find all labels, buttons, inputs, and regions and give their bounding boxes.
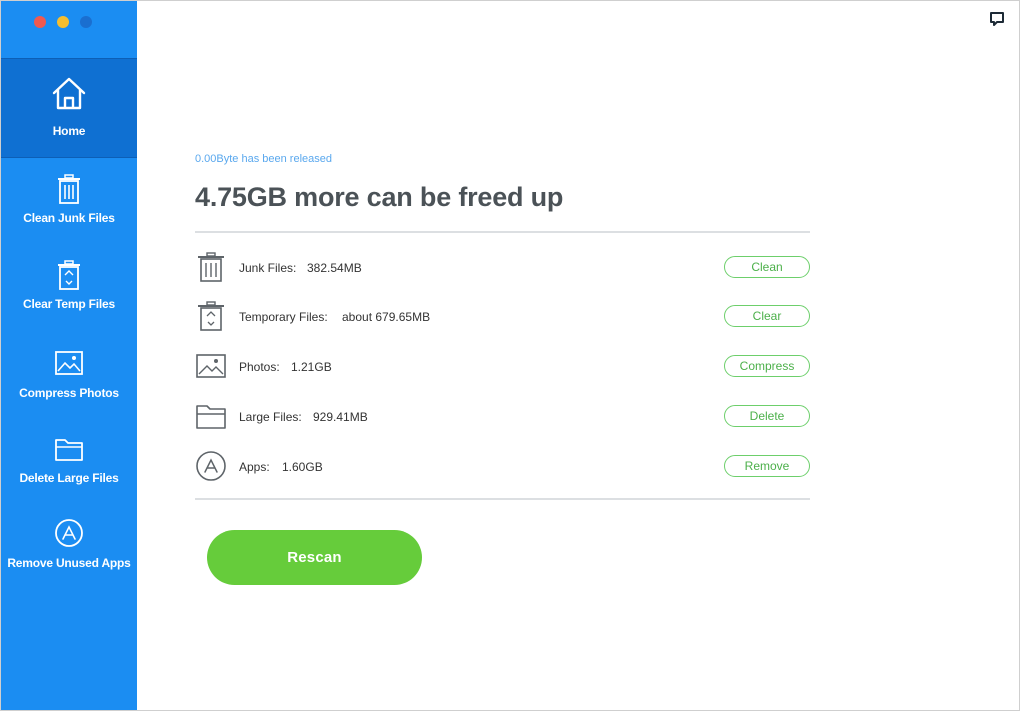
- app-store-icon: [55, 519, 83, 547]
- app-store-icon: [196, 451, 226, 481]
- clean-button[interactable]: Clean: [724, 256, 810, 278]
- folder-icon: [196, 405, 226, 429]
- minimize-window-button[interactable]: [57, 16, 69, 28]
- temp-files-icon: [198, 301, 224, 331]
- sidebar-item-compress-photos[interactable]: Compress Photos: [1, 348, 137, 408]
- list-item-temporary-files: Temporary Files: about 679.65MB Clear: [195, 300, 810, 334]
- sidebar-item-label: Home: [52, 124, 86, 138]
- chat-icon[interactable]: [989, 11, 1005, 27]
- list-item-apps: Apps: 1.60GB Remove: [195, 450, 810, 484]
- temporary-files-label: Temporary Files:: [239, 310, 328, 324]
- photo-icon: [196, 354, 226, 378]
- photo-icon: [55, 351, 83, 375]
- sidebar-item-clean-junk-files[interactable]: Clean Junk Files: [1, 173, 137, 233]
- window-controls: [34, 16, 92, 28]
- apps-size: 1.60GB: [282, 460, 323, 474]
- zoom-window-button[interactable]: [80, 16, 92, 28]
- list-item-large-files: Large Files: 929.41MB Delete: [195, 400, 810, 434]
- large-files-size: 929.41MB: [313, 410, 368, 424]
- sidebar-item-label: Remove Unused Apps: [7, 556, 131, 570]
- list-item-junk-files: Junk Files: 382.54MB Clean: [195, 251, 810, 285]
- photos-label: Photos:: [239, 360, 280, 374]
- sidebar: Home Clean Junk Files Clear Temp Files C…: [1, 1, 137, 710]
- trash-icon: [58, 174, 80, 204]
- sidebar-item-label: Clear Temp Files: [23, 297, 115, 311]
- junk-files-size: 382.54MB: [307, 261, 362, 275]
- close-window-button[interactable]: [34, 16, 46, 28]
- photos-size: 1.21GB: [291, 360, 332, 374]
- clear-button[interactable]: Clear: [724, 305, 810, 327]
- temp-files-icon: [58, 260, 80, 290]
- remove-button[interactable]: Remove: [724, 455, 810, 477]
- sidebar-item-clear-temp-files[interactable]: Clear Temp Files: [1, 259, 137, 319]
- list-item-photos: Photos: 1.21GB Compress: [195, 350, 810, 384]
- page-title: 4.75GB more can be freed up: [195, 182, 564, 212]
- sidebar-item-label: Clean Junk Files: [23, 211, 115, 225]
- sidebar-item-home[interactable]: Home: [1, 58, 137, 158]
- temporary-files-size: about 679.65MB: [342, 310, 431, 324]
- top-divider: [195, 231, 810, 233]
- apps-label: Apps:: [239, 460, 270, 474]
- junk-files-label: Junk Files:: [239, 261, 297, 275]
- released-status: 0.00Byte has been released: [195, 153, 332, 165]
- compress-button[interactable]: Compress: [724, 355, 810, 377]
- sidebar-item-delete-large-files[interactable]: Delete Large Files: [1, 435, 137, 495]
- bottom-divider: [195, 498, 810, 500]
- sidebar-item-remove-unused-apps[interactable]: Remove Unused Apps: [1, 518, 137, 578]
- sidebar-item-label: Delete Large Files: [19, 471, 119, 485]
- folder-icon: [55, 439, 83, 461]
- delete-button[interactable]: Delete: [724, 405, 810, 427]
- rescan-button[interactable]: Rescan: [207, 530, 422, 585]
- large-files-label: Large Files:: [239, 410, 302, 424]
- home-icon: [52, 77, 86, 110]
- sidebar-item-label: Compress Photos: [19, 386, 119, 400]
- trash-icon: [198, 252, 224, 282]
- app-window: Home Clean Junk Files Clear Temp Files C…: [0, 0, 1020, 711]
